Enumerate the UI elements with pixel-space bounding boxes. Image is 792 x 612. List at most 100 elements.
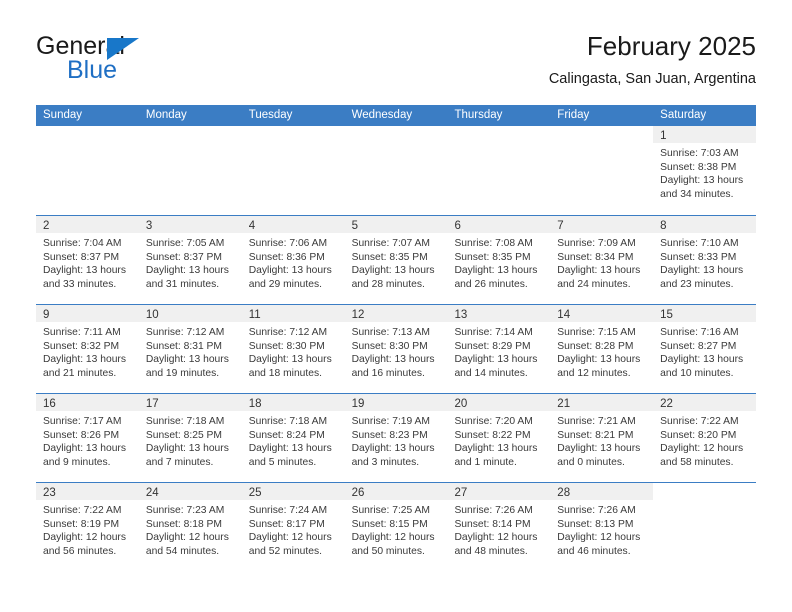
day-number-strip: 10 bbox=[138, 305, 242, 322]
day-number-strip bbox=[653, 483, 756, 500]
day-cell[interactable]: 22 Sunrise: 7:22 AM Sunset: 8:20 PM Dayligh… bbox=[653, 394, 757, 482]
weekday-header-sunday: Sunday bbox=[43, 109, 83, 121]
day-detail-line: and 50 minutes. bbox=[351, 545, 425, 557]
day-cell[interactable]: 20 Sunrise: 7:20 AM Sunset: 8:22 PM Dayligh… bbox=[447, 394, 551, 482]
day-detail-line: and 48 minutes. bbox=[454, 545, 528, 557]
day-number-strip: 27 bbox=[447, 483, 551, 500]
day-cell-empty bbox=[653, 483, 757, 571]
day-detail-line: Sunset: 8:37 PM bbox=[145, 251, 222, 263]
day-number-strip: 14 bbox=[550, 305, 654, 322]
day-detail-line: Daylight: 13 hours bbox=[660, 354, 744, 366]
day-detail-line: Daylight: 13 hours bbox=[43, 354, 126, 366]
day-cell[interactable]: 16 Sunrise: 7:17 AM Sunset: 8:26 PM Dayligh… bbox=[36, 394, 139, 482]
day-number: 24 bbox=[145, 487, 159, 499]
weekday-header-wednesday: Wednesday bbox=[351, 109, 413, 121]
day-detail-line: and 3 minutes. bbox=[351, 456, 420, 468]
day-cell[interactable]: 3 Sunrise: 7:05 AM Sunset: 8:37 PM Daylight… bbox=[138, 216, 242, 304]
day-number: 28 bbox=[557, 487, 571, 499]
day-cell-empty bbox=[447, 126, 551, 215]
day-cell[interactable]: 27 Sunrise: 7:26 AM Sunset: 8:14 PM Dayligh… bbox=[447, 483, 551, 571]
day-detail-line: Daylight: 12 hours bbox=[43, 532, 126, 544]
day-detail-line: Sunset: 8:15 PM bbox=[351, 518, 428, 530]
day-detail-line: Sunrise: 7:14 AM bbox=[454, 327, 533, 338]
day-detail-line: Sunset: 8:31 PM bbox=[145, 340, 222, 352]
day-cell[interactable]: 12 Sunrise: 7:13 AM Sunset: 8:30 PM Dayligh… bbox=[344, 305, 448, 393]
day-detail-line: Sunrise: 7:18 AM bbox=[145, 416, 225, 427]
day-cell[interactable]: 7 Sunrise: 7:09 AM Sunset: 8:34 PM Daylight… bbox=[550, 216, 654, 304]
day-details: Sunrise: 7:24 AM Sunset: 8:17 PM Daylight:… bbox=[242, 500, 345, 558]
day-details: Sunrise: 7:15 AM Sunset: 8:28 PM Daylight:… bbox=[550, 322, 653, 380]
day-detail-line: and 18 minutes. bbox=[248, 367, 322, 379]
day-cell[interactable]: 19 Sunrise: 7:19 AM Sunset: 8:23 PM Dayligh… bbox=[344, 394, 448, 482]
day-cell[interactable]: 28 Sunrise: 7:26 AM Sunset: 8:13 PM Dayligh… bbox=[550, 483, 654, 571]
day-detail-line: Sunrise: 7:21 AM bbox=[557, 416, 636, 427]
day-number: 14 bbox=[557, 309, 571, 321]
day-number: 20 bbox=[454, 398, 468, 410]
day-cell[interactable]: 24 Sunrise: 7:23 AM Sunset: 8:18 PM Dayligh… bbox=[138, 483, 242, 571]
day-cell[interactable]: 11 Sunrise: 7:12 AM Sunset: 8:30 PM Dayligh… bbox=[241, 305, 345, 393]
day-cell[interactable]: 21 Sunrise: 7:21 AM Sunset: 8:21 PM Dayligh… bbox=[550, 394, 654, 482]
day-cell[interactable]: 17 Sunrise: 7:18 AM Sunset: 8:25 PM Dayligh… bbox=[138, 394, 242, 482]
general-blue-logo[interactable]: General Blue bbox=[36, 30, 266, 88]
day-number: 7 bbox=[557, 220, 564, 232]
day-number-strip: 5 bbox=[344, 216, 448, 233]
day-detail-line: Daylight: 12 hours bbox=[248, 532, 332, 544]
day-cell[interactable]: 26 Sunrise: 7:25 AM Sunset: 8:15 PM Dayligh… bbox=[344, 483, 448, 571]
day-detail-line: Sunrise: 7:15 AM bbox=[557, 327, 636, 338]
day-detail-line: Sunset: 8:37 PM bbox=[43, 251, 120, 263]
day-detail-line: and 9 minutes. bbox=[43, 456, 111, 468]
day-detail-line: Daylight: 13 hours bbox=[145, 443, 229, 455]
day-cell[interactable]: 1 Sunrise: 7:03 AM Sunset: 8:38 PM Daylight… bbox=[653, 126, 757, 215]
day-detail-line: Sunrise: 7:23 AM bbox=[145, 505, 225, 516]
day-number-strip: 26 bbox=[344, 483, 448, 500]
day-number-strip: 22 bbox=[653, 394, 757, 411]
weeks-container: 1 Sunrise: 7:03 AM Sunset: 8:38 PM Daylight… bbox=[36, 126, 757, 571]
day-detail-line: and 12 minutes. bbox=[557, 367, 631, 379]
day-details: Sunrise: 7:25 AM Sunset: 8:15 PM Daylight:… bbox=[345, 500, 448, 558]
day-number: 8 bbox=[660, 220, 667, 232]
day-cell[interactable]: 23 Sunrise: 7:22 AM Sunset: 8:19 PM Dayligh… bbox=[36, 483, 139, 571]
day-details: Sunrise: 7:03 AM Sunset: 8:38 PM Daylight:… bbox=[653, 143, 756, 201]
day-details bbox=[653, 500, 756, 504]
day-cell[interactable]: 5 Sunrise: 7:07 AM Sunset: 8:35 PM Daylight… bbox=[344, 216, 448, 304]
day-number-strip: 9 bbox=[36, 305, 139, 322]
day-cell[interactable]: 14 Sunrise: 7:15 AM Sunset: 8:28 PM Dayligh… bbox=[550, 305, 654, 393]
day-detail-line: Sunset: 8:32 PM bbox=[43, 340, 120, 352]
day-number-strip: 21 bbox=[550, 394, 654, 411]
day-cell[interactable]: 9 Sunrise: 7:11 AM Sunset: 8:32 PM Daylight… bbox=[36, 305, 139, 393]
day-detail-line: and 10 minutes. bbox=[660, 367, 734, 379]
day-cell[interactable]: 2 Sunrise: 7:04 AM Sunset: 8:37 PM Daylight… bbox=[36, 216, 139, 304]
day-number: 22 bbox=[660, 398, 673, 410]
day-details: Sunrise: 7:12 AM Sunset: 8:31 PM Daylight:… bbox=[139, 322, 242, 380]
day-cell[interactable]: 15 Sunrise: 7:16 AM Sunset: 8:27 PM Dayligh… bbox=[653, 305, 757, 393]
day-detail-line: Sunset: 8:30 PM bbox=[351, 340, 428, 352]
day-number-strip: 11 bbox=[241, 305, 345, 322]
day-detail-line: Sunset: 8:26 PM bbox=[43, 429, 120, 441]
day-number-strip: 17 bbox=[138, 394, 242, 411]
day-detail-line: Sunset: 8:14 PM bbox=[454, 518, 531, 530]
day-detail-line: Daylight: 13 hours bbox=[43, 265, 126, 277]
day-details: Sunrise: 7:26 AM Sunset: 8:14 PM Daylight:… bbox=[447, 500, 550, 558]
day-detail-line: Sunrise: 7:22 AM bbox=[43, 505, 122, 516]
day-detail-line: Sunrise: 7:12 AM bbox=[145, 327, 225, 338]
day-number: 25 bbox=[248, 487, 262, 499]
day-details: Sunrise: 7:11 AM Sunset: 8:32 PM Daylight:… bbox=[36, 322, 139, 380]
day-cell[interactable]: 25 Sunrise: 7:24 AM Sunset: 8:17 PM Dayligh… bbox=[241, 483, 345, 571]
day-detail-line: Daylight: 13 hours bbox=[248, 354, 332, 366]
day-cell[interactable]: 4 Sunrise: 7:06 AM Sunset: 8:36 PM Daylight… bbox=[241, 216, 345, 304]
day-number: 10 bbox=[145, 309, 159, 321]
day-cell[interactable]: 18 Sunrise: 7:18 AM Sunset: 8:24 PM Dayligh… bbox=[241, 394, 345, 482]
day-cell[interactable]: 8 Sunrise: 7:10 AM Sunset: 8:33 PM Daylight… bbox=[653, 216, 757, 304]
day-details: Sunrise: 7:22 AM Sunset: 8:20 PM Daylight:… bbox=[653, 411, 756, 469]
day-details: Sunrise: 7:05 AM Sunset: 8:37 PM Daylight:… bbox=[139, 233, 242, 291]
day-cell[interactable]: 10 Sunrise: 7:12 AM Sunset: 8:31 PM Dayligh… bbox=[138, 305, 242, 393]
day-detail-line: Sunset: 8:19 PM bbox=[43, 518, 120, 530]
day-number: 9 bbox=[43, 309, 50, 321]
day-detail-line: Sunset: 8:28 PM bbox=[557, 340, 634, 352]
day-number: 11 bbox=[248, 309, 261, 321]
day-cell[interactable]: 13 Sunrise: 7:14 AM Sunset: 8:29 PM Dayligh… bbox=[447, 305, 551, 393]
day-cell[interactable]: 6 Sunrise: 7:08 AM Sunset: 8:35 PM Daylight… bbox=[447, 216, 551, 304]
day-details: Sunrise: 7:09 AM Sunset: 8:34 PM Daylight:… bbox=[550, 233, 653, 291]
day-details: Sunrise: 7:23 AM Sunset: 8:18 PM Daylight:… bbox=[139, 500, 242, 558]
day-number: 16 bbox=[43, 398, 56, 410]
